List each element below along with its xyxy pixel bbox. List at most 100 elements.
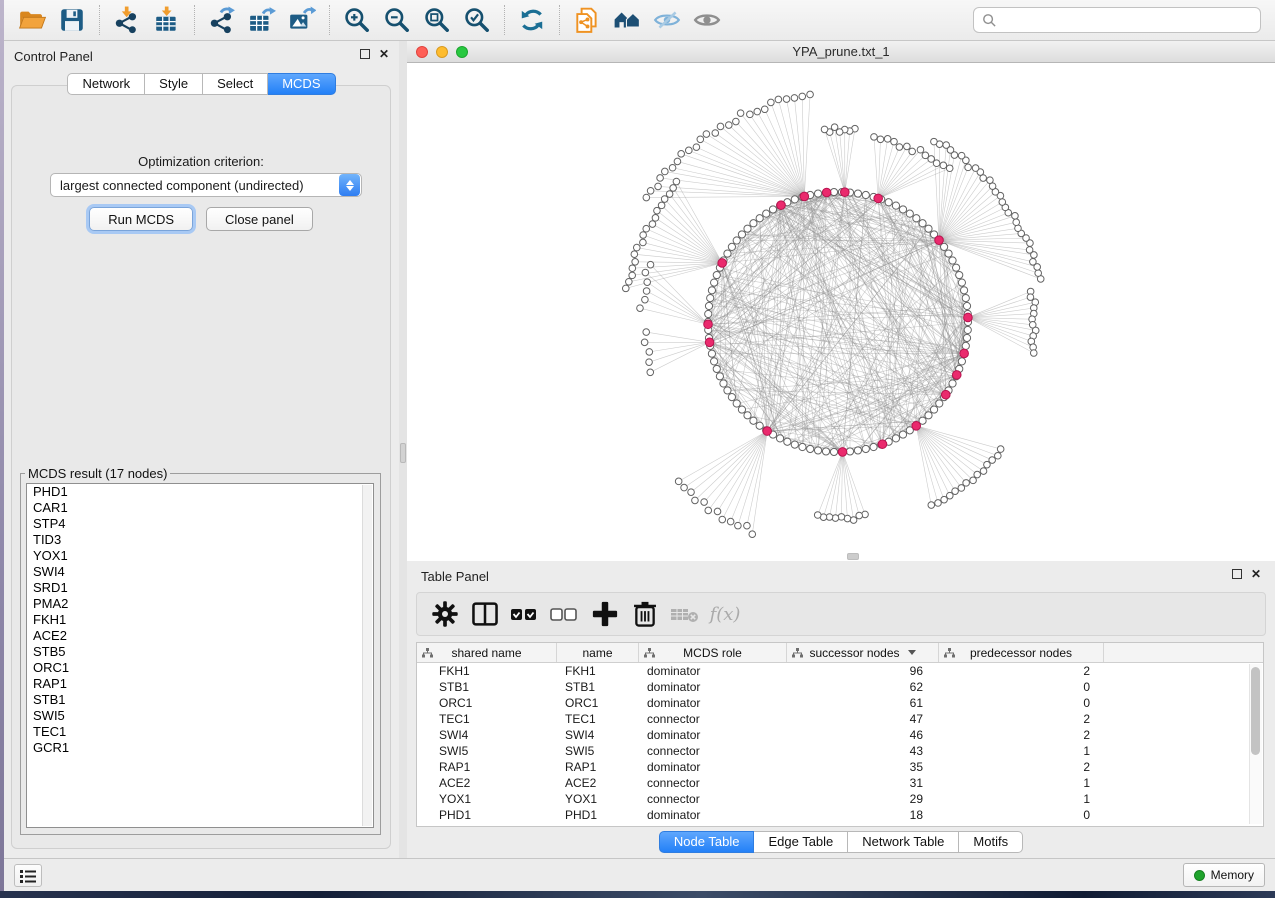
table-cell-successor_nodes[interactable]: 35 (787, 760, 939, 774)
mcds-result-item[interactable]: GCR1 (27, 740, 373, 756)
table-cell-successor_nodes[interactable]: 96 (787, 664, 939, 678)
show-panel-button[interactable] (687, 3, 727, 37)
table-cell-mcds_role[interactable]: dominator (639, 808, 787, 822)
table-cell-successor_nodes[interactable]: 43 (787, 744, 939, 758)
table-cell-mcds_role[interactable]: dominator (639, 664, 787, 678)
table-cell-shared_name[interactable]: SWI5 (417, 744, 557, 758)
table-row[interactable]: STB1STB1dominator620 (417, 679, 1263, 695)
table-cell-successor_nodes[interactable]: 29 (787, 792, 939, 806)
table-cell-mcds_role[interactable]: connector (639, 792, 787, 806)
mcds-result-list[interactable]: PHD1CAR1STP4TID3YOX1SWI4SRD1PMA2FKH1ACE2… (26, 483, 374, 828)
table-cell-shared_name[interactable]: RAP1 (417, 760, 557, 774)
tab-network[interactable]: Network (67, 73, 145, 95)
table-cell-mcds_role[interactable]: connector (639, 776, 787, 790)
table-cell-mcds_role[interactable]: dominator (639, 696, 787, 710)
mcds-list-scrollbar[interactable] (362, 485, 372, 826)
network-graph[interactable] (407, 63, 1275, 561)
table-row[interactable]: SWI5SWI5connector431 (417, 743, 1263, 759)
mcds-result-item[interactable]: FKH1 (27, 612, 373, 628)
duplicate-network-button[interactable] (567, 3, 607, 37)
table-row[interactable]: SWI4SWI4dominator462 (417, 727, 1263, 743)
table-cell-mcds_role[interactable]: dominator (639, 728, 787, 742)
mcds-result-item[interactable]: RAP1 (27, 676, 373, 692)
column-header-shared-name[interactable]: shared name (417, 643, 557, 662)
table-cell-shared_name[interactable]: TEC1 (417, 712, 557, 726)
table-row[interactable]: ORC1ORC1dominator610 (417, 695, 1263, 711)
save-session-button[interactable] (52, 3, 92, 37)
table-cell-predecessor_nodes[interactable]: 0 (939, 808, 1104, 822)
zoom-in-button[interactable] (337, 3, 377, 37)
mcds-result-item[interactable]: PMA2 (27, 596, 373, 612)
table-cell-shared_name[interactable]: FKH1 (417, 664, 557, 678)
tab-mcds[interactable]: MCDS (268, 73, 335, 95)
table-cell-name[interactable]: FKH1 (557, 664, 639, 678)
table-cell-shared_name[interactable]: ORC1 (417, 696, 557, 710)
table-cell-name[interactable]: SWI5 (557, 744, 639, 758)
export-image-button[interactable] (282, 3, 322, 37)
export-network-button[interactable] (202, 3, 242, 37)
mcds-result-item[interactable]: SRD1 (27, 580, 373, 596)
table-row[interactable]: PHD1PHD1dominator180 (417, 807, 1263, 823)
function-builder-button[interactable]: f(x) (710, 599, 740, 629)
table-cell-name[interactable]: PHD1 (557, 808, 639, 822)
mcds-result-item[interactable]: STP4 (27, 516, 373, 532)
table-cell-name[interactable]: SWI4 (557, 728, 639, 742)
tab-node-table[interactable]: Node Table (659, 831, 755, 853)
table-cell-predecessor_nodes[interactable]: 1 (939, 792, 1104, 806)
table-cell-shared_name[interactable]: PHD1 (417, 808, 557, 822)
hide-panels-button[interactable] (647, 3, 687, 37)
network-window-titlebar[interactable]: YPA_prune.txt_1 (407, 41, 1275, 63)
delete-column-button[interactable] (630, 599, 660, 629)
mcds-result-item[interactable]: ACE2 (27, 628, 373, 644)
mcds-result-item[interactable]: CAR1 (27, 500, 373, 516)
table-cell-shared_name[interactable]: SWI4 (417, 728, 557, 742)
criterion-select[interactable]: largest connected component (undirected) (50, 173, 362, 197)
deselect-all-button[interactable] (550, 599, 580, 629)
refresh-view-button[interactable] (512, 3, 552, 37)
table-cell-name[interactable]: STB1 (557, 680, 639, 694)
import-table-button[interactable] (147, 3, 187, 37)
search-field[interactable] (973, 7, 1261, 33)
delete-table-button[interactable] (670, 599, 700, 629)
mcds-result-item[interactable]: TID3 (27, 532, 373, 548)
table-cell-predecessor_nodes[interactable]: 1 (939, 776, 1104, 790)
mcds-result-item[interactable]: PHD1 (27, 484, 373, 500)
table-cell-successor_nodes[interactable]: 61 (787, 696, 939, 710)
mcds-result-item[interactable]: STB5 (27, 644, 373, 660)
add-column-button[interactable] (590, 599, 620, 629)
column-header-successor-nodes[interactable]: successor nodes (787, 643, 939, 662)
table-cell-mcds_role[interactable]: connector (639, 712, 787, 726)
mcds-result-item[interactable]: SWI5 (27, 708, 373, 724)
column-header-mcds-role[interactable]: MCDS role (639, 643, 787, 662)
table-row[interactable]: TEC1TEC1connector472 (417, 711, 1263, 727)
table-cell-predecessor_nodes[interactable]: 2 (939, 712, 1104, 726)
table-cell-name[interactable]: TEC1 (557, 712, 639, 726)
table-cell-predecessor_nodes[interactable]: 0 (939, 680, 1104, 694)
split-table-view-button[interactable] (470, 599, 500, 629)
table-row[interactable]: RAP1RAP1dominator352 (417, 759, 1263, 775)
column-header-name[interactable]: name (557, 643, 639, 662)
table-cell-name[interactable]: ORC1 (557, 696, 639, 710)
table-cell-shared_name[interactable]: STB1 (417, 680, 557, 694)
table-scrollbar-thumb[interactable] (1251, 667, 1260, 755)
table-row[interactable]: ACE2ACE2connector311 (417, 775, 1263, 791)
canvas-hscroll-thumb[interactable] (847, 553, 859, 560)
table-cell-successor_nodes[interactable]: 31 (787, 776, 939, 790)
close-panel-icon[interactable]: ✕ (379, 49, 389, 59)
table-cell-shared_name[interactable]: ACE2 (417, 776, 557, 790)
column-header-predecessor-nodes[interactable]: predecessor nodes (939, 643, 1104, 662)
table-vertical-scrollbar[interactable] (1249, 664, 1262, 824)
float-panel-icon[interactable] (360, 49, 370, 59)
table-cell-successor_nodes[interactable]: 18 (787, 808, 939, 822)
select-all-button[interactable] (510, 599, 540, 629)
import-network-button[interactable] (107, 3, 147, 37)
table-cell-predecessor_nodes[interactable]: 2 (939, 760, 1104, 774)
memory-button[interactable]: Memory (1183, 863, 1265, 887)
run-mcds-button[interactable]: Run MCDS (89, 207, 193, 231)
mcds-result-item[interactable]: ORC1 (27, 660, 373, 676)
table-cell-predecessor_nodes[interactable]: 2 (939, 728, 1104, 742)
table-cell-predecessor_nodes[interactable]: 1 (939, 744, 1104, 758)
close-panel-button[interactable]: Close panel (206, 207, 313, 231)
zoom-fit-button[interactable] (417, 3, 457, 37)
export-table-button[interactable] (242, 3, 282, 37)
